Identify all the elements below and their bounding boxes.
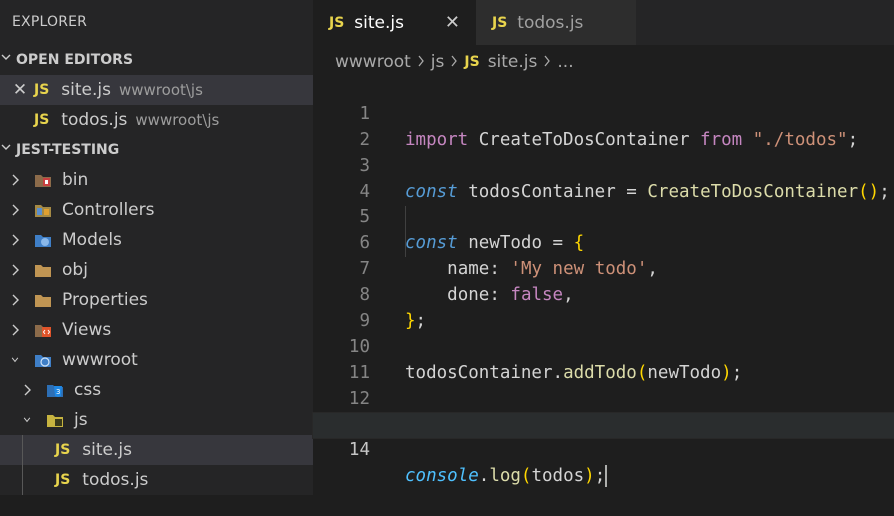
code-line: 4 <box>313 154 894 202</box>
explorer-sidebar: EXPLORER OPEN EDITORS ✕ JS site.js wwwro… <box>0 0 313 495</box>
code-line: 8 }; <box>313 257 894 331</box>
close-icon[interactable]: ✕ <box>445 12 460 33</box>
code-line-current: 14 console.log(todos); <box>312 411 894 488</box>
open-editor-path: wwwroot\js <box>135 111 220 129</box>
chevron-right-icon <box>543 52 551 72</box>
tree-item-css[interactable]: 3 css <box>0 375 313 405</box>
code-line: 9 <box>313 283 894 331</box>
project-section[interactable]: JEST-TESTING <box>0 135 313 165</box>
js-file-icon: JS <box>34 112 50 128</box>
code-line: 11 <box>313 335 894 383</box>
tab-todos-js[interactable]: JS todos.js <box>476 0 636 45</box>
open-editors-label: OPEN EDITORS <box>16 52 134 68</box>
code-line: 3 const todosContainer = CreateToDosCont… <box>313 128 894 202</box>
project-label: JEST-TESTING <box>16 142 120 158</box>
code-line: 2 <box>313 102 894 150</box>
chevron-right-icon <box>417 52 425 72</box>
folder-icon <box>34 292 52 308</box>
open-editor-name: site.js <box>61 80 111 100</box>
tree-item-label: Views <box>62 320 112 340</box>
tab-site-js[interactable]: JS site.js ✕ <box>313 0 476 45</box>
open-editor-name: todos.js <box>61 110 128 130</box>
bin-folder-icon <box>34 172 52 188</box>
tree-item-label: site.js <box>82 440 132 460</box>
code-line: 10 todosContainer.addTodo(newTodo); <box>313 309 894 383</box>
breadcrumb-item[interactable]: wwwroot <box>335 52 411 72</box>
chevron-right-icon <box>8 173 22 187</box>
tree-item-wwwroot[interactable]: wwwroot <box>0 345 313 375</box>
code-line: 12 const todos = todosContainer.getTodos… <box>313 361 894 435</box>
views-folder-icon <box>34 322 52 338</box>
code-line: 5 const newTodo = { <box>313 180 894 253</box>
js-file-icon: JS <box>34 82 50 98</box>
code-line: 7 done: false, <box>313 231 894 305</box>
tree-item-views[interactable]: Views <box>0 315 313 345</box>
tree-item-label: js <box>74 410 88 430</box>
close-icon[interactable]: ✕ <box>12 80 28 100</box>
indent-guide <box>22 465 23 495</box>
tree-item-label: todos.js <box>82 470 149 490</box>
editor-tabs: JS site.js ✕ JS todos.js <box>313 0 894 45</box>
chevron-right-icon <box>8 323 22 337</box>
chevron-right-icon <box>450 52 458 72</box>
open-editors-section[interactable]: OPEN EDITORS <box>0 45 313 75</box>
tree-item-models[interactable]: Models <box>0 225 313 255</box>
text-cursor <box>605 465 608 488</box>
chevron-right-icon <box>8 203 22 217</box>
tree-item-controllers[interactable]: Controllers <box>0 195 313 225</box>
chevron-right-icon <box>8 293 22 307</box>
js-folder-icon <box>46 412 64 428</box>
controllers-folder-icon <box>34 202 52 218</box>
tree-item-properties[interactable]: Properties <box>0 285 313 315</box>
code-line: 13 <box>313 387 894 435</box>
svg-text:3: 3 <box>56 388 60 396</box>
tree-item-label: Properties <box>62 290 148 310</box>
breadcrumb: wwwroot js JS site.js ... <box>335 47 574 77</box>
tree-item-js[interactable]: js <box>0 405 313 435</box>
breadcrumb-item[interactable]: site.js <box>488 52 538 72</box>
chevron-down-icon <box>20 415 34 425</box>
js-file-icon: JS <box>492 14 508 31</box>
tree-item-label: wwwroot <box>62 350 138 370</box>
js-file-icon: JS <box>329 14 345 31</box>
js-file-icon: JS <box>55 472 71 488</box>
js-file-icon: JS <box>55 442 71 458</box>
tree-item-label: obj <box>62 260 88 280</box>
chevron-down-icon <box>8 355 22 365</box>
tree-item-label: Controllers <box>62 200 155 220</box>
tree-item-todos-js[interactable]: JS todos.js <box>0 465 313 495</box>
code-editor[interactable]: 1 import CreateToDosContainer from "./to… <box>312 76 894 495</box>
tree-item-bin[interactable]: bin <box>0 165 313 195</box>
breadcrumb-item[interactable]: js <box>431 52 445 72</box>
chevron-right-icon <box>8 233 22 247</box>
chevron-down-icon <box>0 135 16 165</box>
breadcrumb-item[interactable]: ... <box>557 52 573 72</box>
tree-item-label: Models <box>62 230 122 250</box>
tree-item-obj[interactable]: obj <box>0 255 313 285</box>
code-line: 1 import CreateToDosContainer from "./to… <box>313 76 894 150</box>
line-number: 14 <box>348 440 370 461</box>
open-editor-item-todos-js[interactable]: JS todos.js wwwroot\js <box>0 105 313 135</box>
explorer-title: EXPLORER <box>12 14 88 30</box>
code-line: 6 name: 'My new todo', <box>313 205 894 279</box>
indent-guide <box>22 435 23 465</box>
wwwroot-folder-icon <box>34 352 52 368</box>
tree-item-label: bin <box>62 170 89 190</box>
chevron-down-icon <box>0 45 16 75</box>
tree-item-label: css <box>74 380 102 400</box>
open-editor-item-site-js[interactable]: ✕ JS site.js wwwroot\js <box>0 75 313 105</box>
tab-label: site.js <box>354 12 404 33</box>
tree-item-site-js[interactable]: JS site.js <box>0 435 313 465</box>
models-folder-icon <box>34 232 52 248</box>
open-editor-path: wwwroot\js <box>119 81 203 99</box>
tab-label: todos.js <box>517 12 584 33</box>
chevron-right-icon <box>20 383 34 397</box>
js-file-icon: JS <box>464 54 480 70</box>
chevron-right-icon <box>8 263 22 277</box>
css-folder-icon: 3 <box>46 382 64 398</box>
folder-icon <box>34 262 52 278</box>
